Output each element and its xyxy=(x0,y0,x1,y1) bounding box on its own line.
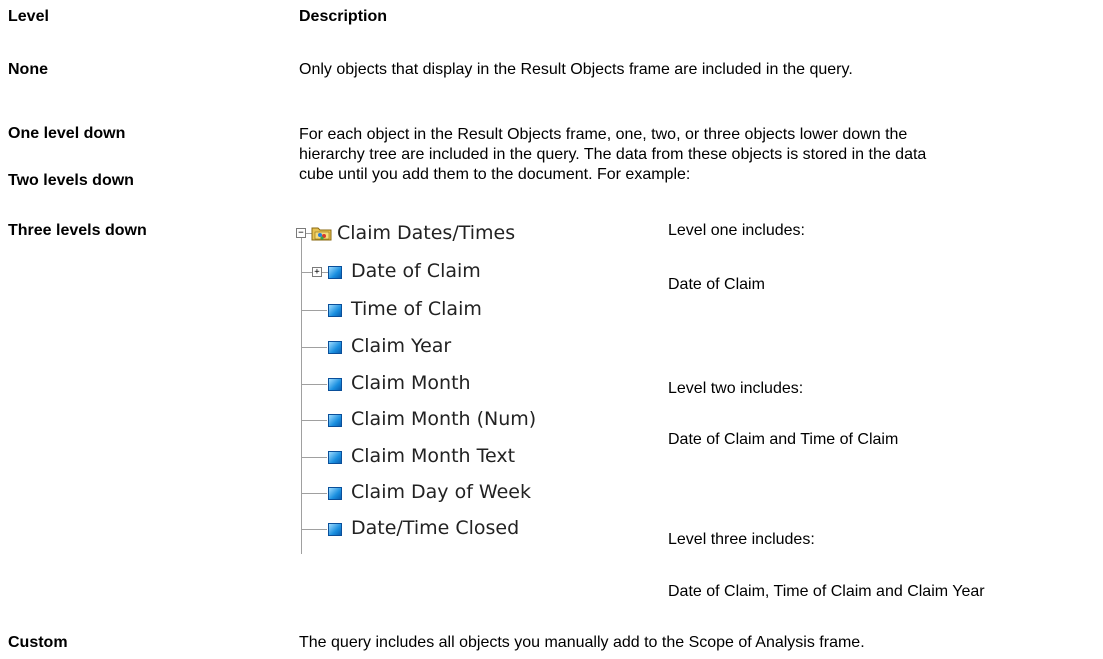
object-icon xyxy=(328,487,342,500)
date-of-claim-expand-toggle[interactable]: + xyxy=(312,267,322,277)
tree-item-claim-month[interactable]: Claim Month xyxy=(351,372,471,394)
description-levels-line-2: hierarchy tree are included in the query… xyxy=(299,146,927,163)
hierarchy-tree: − Claim Dates/Times + Date of Claim Time… xyxy=(296,218,656,558)
object-icon xyxy=(328,266,342,279)
tree-item-claim-year[interactable]: Claim Year xyxy=(351,335,451,357)
root-collapse-toggle[interactable]: − xyxy=(296,228,306,238)
object-icon xyxy=(328,523,342,536)
object-icon xyxy=(328,414,342,427)
example-level-three-value: Date of Claim, Time of Claim and Claim Y… xyxy=(668,583,985,600)
example-level-one-value: Date of Claim xyxy=(668,276,765,293)
folder-icon xyxy=(311,227,332,241)
level-custom: Custom xyxy=(8,634,68,651)
tree-guide-line xyxy=(301,232,302,554)
example-level-one-heading: Level one includes: xyxy=(668,222,805,239)
tree-item-time-of-claim[interactable]: Time of Claim xyxy=(351,298,482,320)
example-level-three-heading: Level three includes: xyxy=(668,531,815,548)
tree-root-label[interactable]: Claim Dates/Times xyxy=(337,222,515,244)
example-level-two-value: Date of Claim and Time of Claim xyxy=(668,431,899,448)
tree-item-date-of-claim[interactable]: Date of Claim xyxy=(351,260,481,282)
object-icon xyxy=(328,341,342,354)
level-none: None xyxy=(8,61,48,78)
object-icon xyxy=(328,451,342,464)
tree-item-claim-day-of-week[interactable]: Claim Day of Week xyxy=(351,481,531,503)
example-level-two-heading: Level two includes: xyxy=(668,380,804,397)
description-levels-line-3: cube until you add them to the document.… xyxy=(299,166,691,183)
level-three-levels-down: Three levels down xyxy=(8,222,147,239)
tree-item-claim-month-num[interactable]: Claim Month (Num) xyxy=(351,408,536,430)
level-column-header: Level xyxy=(8,8,49,25)
description-none: Only objects that display in the Result … xyxy=(299,61,853,78)
description-column-header: Description xyxy=(299,8,388,25)
tree-item-claim-month-text[interactable]: Claim Month Text xyxy=(351,445,515,467)
object-icon xyxy=(328,378,342,391)
description-levels-line-1: For each object in the Result Objects fr… xyxy=(299,126,908,143)
level-one-level-down: One level down xyxy=(8,125,126,142)
object-icon xyxy=(328,304,342,317)
description-custom: The query includes all objects you manua… xyxy=(299,634,865,651)
level-two-levels-down: Two levels down xyxy=(8,172,134,189)
tree-item-date-time-closed[interactable]: Date/Time Closed xyxy=(351,517,519,539)
